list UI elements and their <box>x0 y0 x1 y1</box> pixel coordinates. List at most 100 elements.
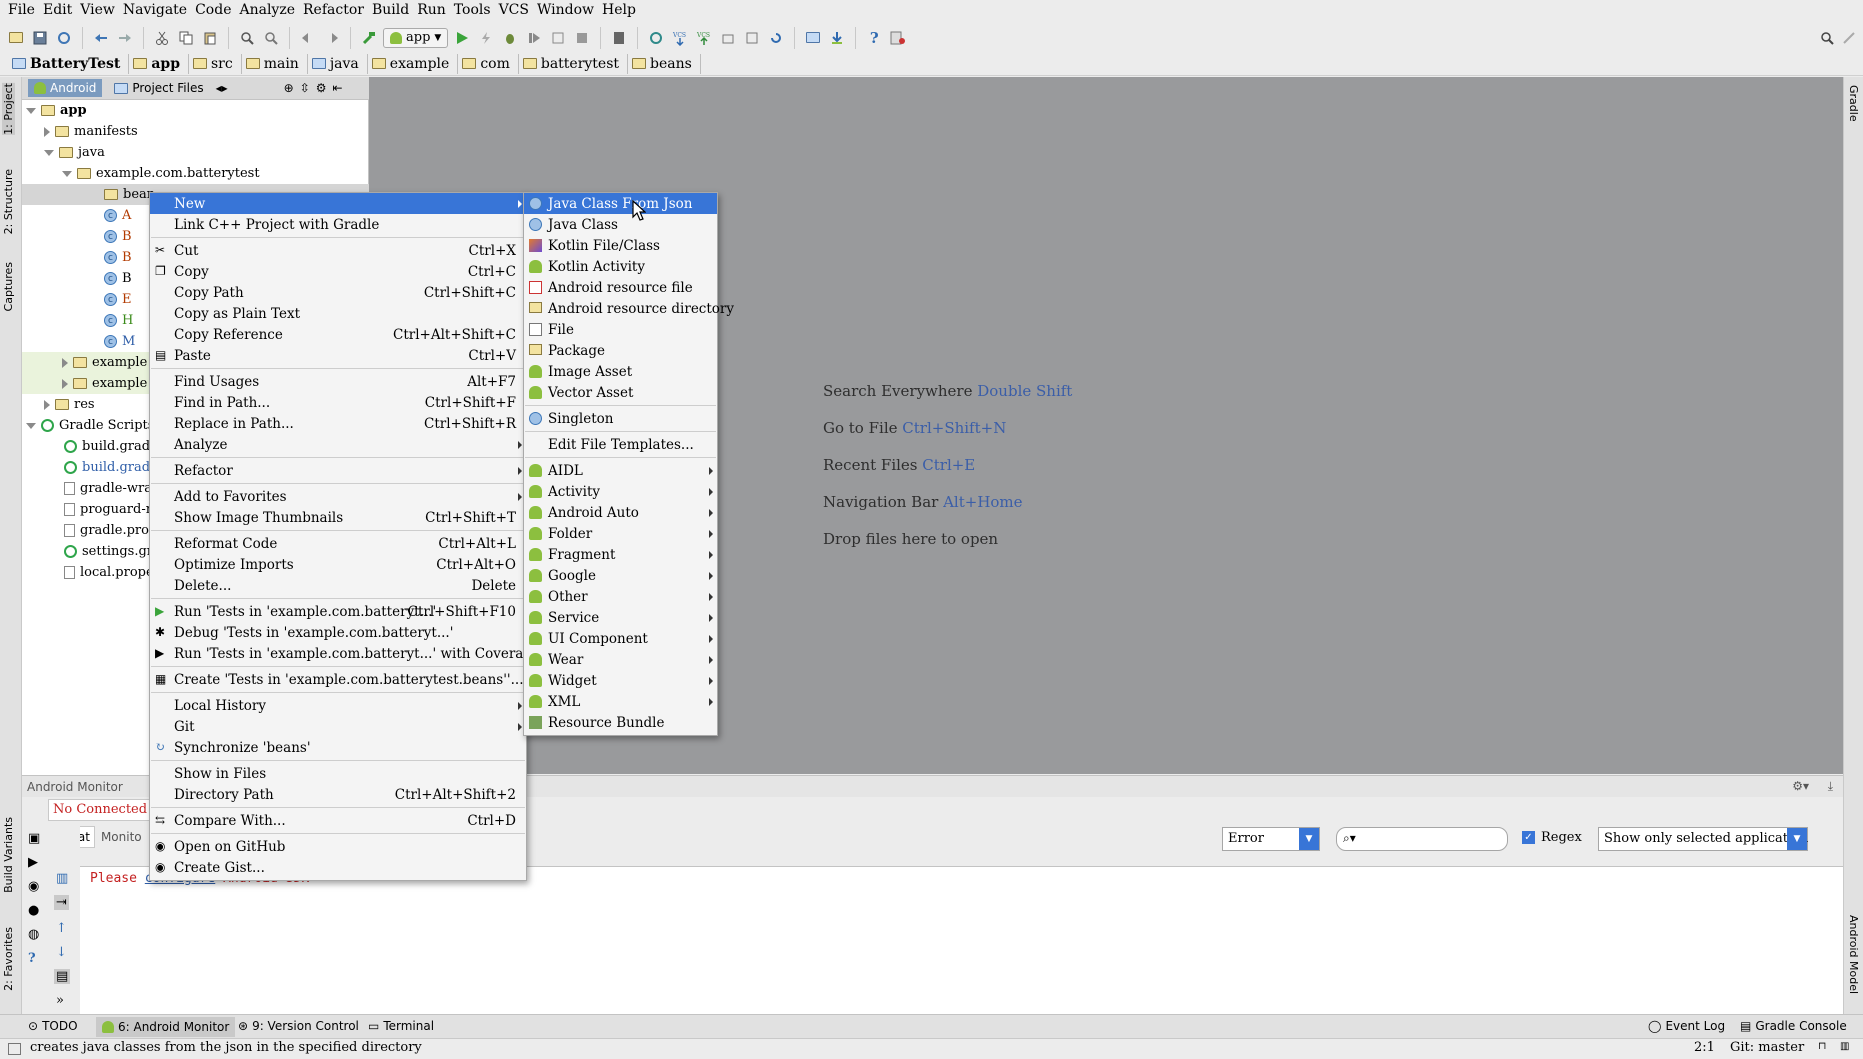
tree-node-class[interactable]: cM <box>104 331 135 352</box>
vcs-history-icon[interactable] <box>742 28 762 48</box>
submenu-item-kotlin-activity[interactable]: Kotlin Activity <box>524 256 717 277</box>
back-icon[interactable] <box>298 28 318 48</box>
submenu-item-service[interactable]: Service <box>524 607 717 628</box>
copy-icon[interactable] <box>176 28 196 48</box>
tree-node-gradle-scripts[interactable]: Gradle Scripts <box>26 415 154 436</box>
tree-node-file[interactable]: gradle.prop <box>64 520 157 541</box>
menu-item-copy-reference[interactable]: Copy Reference Ctrl+Alt+Shift+C <box>150 324 526 345</box>
device-select[interactable]: No Connected D <box>48 799 156 821</box>
menu-run[interactable]: Run <box>413 0 450 20</box>
submenu-item-fragment[interactable]: Fragment <box>524 544 717 565</box>
tool-tab-captures[interactable]: Captures <box>2 262 15 311</box>
menu-item-reformat-code[interactable]: Reformat Code Ctrl+Alt+L <box>150 533 526 554</box>
submenu-item-google[interactable]: Google <box>524 565 717 586</box>
menu-item-cut[interactable]: ✂ Cut Ctrl+X <box>150 240 526 261</box>
breadcrumb-main[interactable]: main <box>242 53 308 74</box>
find-icon[interactable] <box>237 28 257 48</box>
tool-tab-gradle-console[interactable]: ▤ Gradle Console <box>1740 1019 1847 1033</box>
tool-tab-event-log[interactable]: ◯ Event Log <box>1648 1019 1725 1033</box>
tree-node-class[interactable]: cB <box>104 226 132 247</box>
menu-item-replace-in-path[interactable]: Replace in Path... Ctrl+Shift+R <box>150 413 526 434</box>
menu-item-new[interactable]: New <box>150 193 526 214</box>
menu-build[interactable]: Build <box>368 0 413 20</box>
device-monitor-icon[interactable] <box>609 28 629 48</box>
project-structure-icon[interactable] <box>803 28 823 48</box>
tree-node-manifests[interactable]: manifests <box>44 121 138 142</box>
menu-item-add-to-favorites[interactable]: Add to Favorites <box>150 486 526 507</box>
submenu-item-image-asset[interactable]: Image Asset <box>524 361 717 382</box>
menu-help[interactable]: Help <box>598 0 640 20</box>
down-arrow-icon[interactable]: ↓ <box>56 945 67 960</box>
breadcrumb-com[interactable]: com <box>458 53 519 74</box>
menu-window[interactable]: Window <box>533 0 598 20</box>
more-icon[interactable]: » <box>56 993 64 1008</box>
system-info-icon[interactable]: ◉ <box>28 879 39 894</box>
breadcrumb-src[interactable]: src <box>189 53 242 74</box>
expand-arrow-icon[interactable] <box>44 149 54 156</box>
apply-changes-icon[interactable] <box>476 28 496 48</box>
submenu-item-java-class[interactable]: Java Class <box>524 214 717 235</box>
redo-icon[interactable] <box>115 28 135 48</box>
tool-tab-favorites[interactable]: 2: Favorites <box>2 927 15 991</box>
submenu-item-android-resource-directory[interactable]: Android resource directory <box>524 298 734 319</box>
tab-android-view[interactable]: Android <box>28 79 103 97</box>
menu-item-refactor[interactable]: Refactor <box>150 460 526 481</box>
breadcrumb-beans[interactable]: beans <box>628 53 701 74</box>
tree-node-class[interactable]: cB <box>104 247 132 268</box>
coverage-icon[interactable] <box>524 28 544 48</box>
collapse-arrow-icon[interactable] <box>44 126 50 137</box>
search-everywhere-icon[interactable] <box>1817 28 1837 48</box>
locate-icon[interactable]: ⊕ <box>284 81 294 95</box>
tool-tab-terminal[interactable]: ▭ Terminal <box>368 1019 434 1033</box>
tree-node-class[interactable]: cH <box>104 310 133 331</box>
submenu-item-android-auto[interactable]: Android Auto <box>524 502 717 523</box>
replace-icon[interactable] <box>261 28 281 48</box>
collapse-arrow-icon[interactable] <box>62 357 68 368</box>
run-icon[interactable] <box>452 28 472 48</box>
tree-node-app[interactable]: app <box>26 100 87 121</box>
expand-arrow-icon[interactable] <box>62 170 72 177</box>
attach-debugger-icon[interactable] <box>548 28 568 48</box>
tree-node-class[interactable]: cB <box>104 268 132 289</box>
event-indicator-icon[interactable] <box>1839 28 1859 48</box>
sync-icon[interactable] <box>54 28 74 48</box>
menu-edit[interactable]: Edit <box>39 0 76 20</box>
revert-icon[interactable] <box>766 28 786 48</box>
submenu-item-singleton[interactable]: Singleton <box>524 408 717 429</box>
submenu-item-ui-component[interactable]: UI Component <box>524 628 717 649</box>
submenu-item-widget[interactable]: Widget <box>524 670 717 691</box>
menu-item-copy-path[interactable]: Copy Path Ctrl+Shift+C <box>150 282 526 303</box>
menu-item-local-history[interactable]: Local History <box>150 695 526 716</box>
menu-code[interactable]: Code <box>191 0 235 20</box>
menu-item-git[interactable]: Git <box>150 716 526 737</box>
menu-item-show-thumbnails[interactable]: Show Image Thumbnails Ctrl+Shift+T <box>150 507 526 528</box>
tab-monitors[interactable]: Monito <box>101 830 142 844</box>
undo-icon[interactable] <box>91 28 111 48</box>
log-level-select[interactable]: Error ▼ <box>1222 827 1320 851</box>
lock-icon[interactable]: ⊓ <box>1818 1041 1826 1052</box>
submenu-item-wear[interactable]: Wear <box>524 649 717 670</box>
tool-tab-version-control[interactable]: ⊛ 9: Version Control <box>238 1019 359 1033</box>
vcs-status-icon[interactable] <box>718 28 738 48</box>
debug-icon[interactable] <box>500 28 520 48</box>
tab-project-files[interactable]: Project Files <box>108 79 209 97</box>
menu-refactor[interactable]: Refactor <box>299 0 368 20</box>
tree-node-file[interactable]: proguard-ru <box>64 499 160 520</box>
submenu-item-edit-file-templates[interactable]: Edit File Templates... <box>524 434 717 455</box>
submenu-item-java-class-from-json[interactable]: Java Class From Json <box>524 193 717 214</box>
submenu-item-vector-asset[interactable]: Vector Asset <box>524 382 717 403</box>
tool-tab-gradle[interactable]: Gradle <box>1847 85 1860 122</box>
collapse-arrow-icon[interactable] <box>44 399 50 410</box>
memory-indicator-icon[interactable]: ▥ <box>1840 1041 1849 1052</box>
tree-node-class[interactable]: cE <box>104 289 132 310</box>
menu-item-paste[interactable]: ▤ Paste Ctrl+V <box>150 345 526 366</box>
logcat-search-input[interactable]: ⌕▾ <box>1336 827 1508 851</box>
layout-inspector-icon[interactable]: ◍ <box>28 927 39 942</box>
make-project-icon[interactable] <box>359 28 379 48</box>
breadcrumb-project[interactable]: BatteryTest <box>8 53 130 74</box>
tree-node-class[interactable]: cA <box>104 205 131 226</box>
up-arrow-icon[interactable]: ↑ <box>56 921 67 936</box>
tool-tab-build-variants[interactable]: Build Variants <box>2 817 15 893</box>
expand-arrow-icon[interactable] <box>26 107 36 114</box>
menu-item-create-tests[interactable]: ▦ Create 'Tests in 'example.com.batteryte… <box>150 669 526 690</box>
